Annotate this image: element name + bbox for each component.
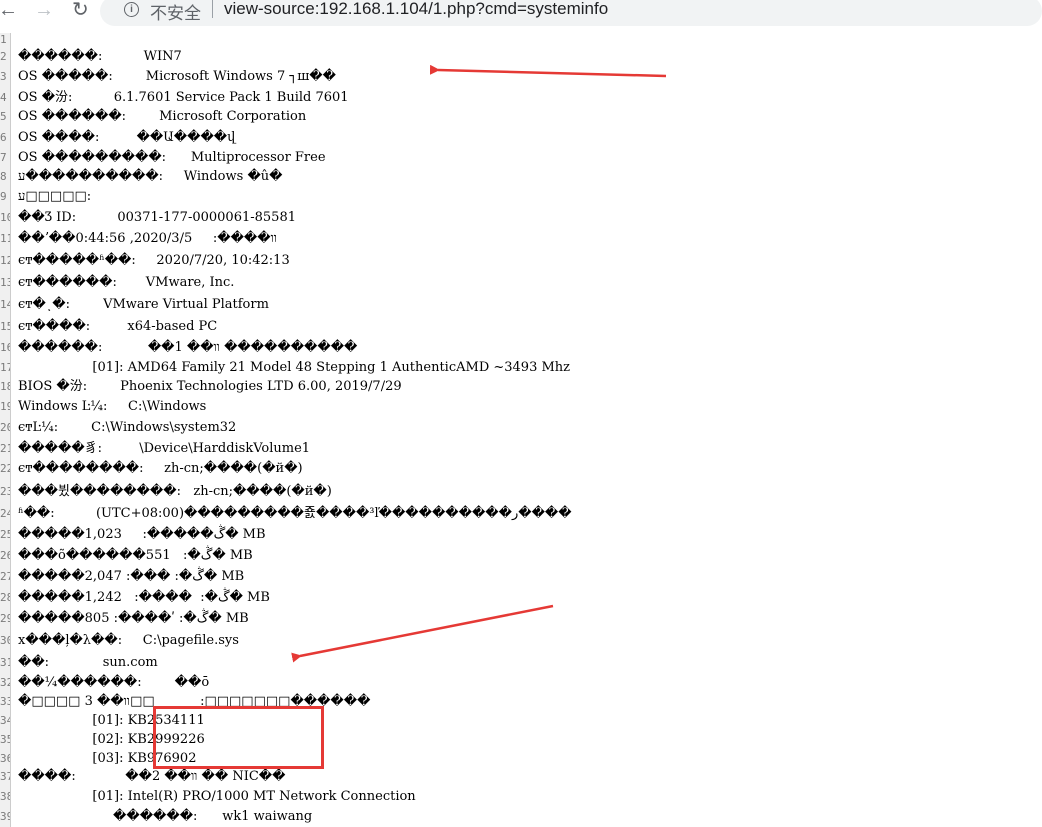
line-text: �����1,242 :���� :�ڴ� MB	[18, 590, 270, 605]
line-text: ��ʼ��0:44:56 ,2020/3/5 :����װ	[18, 231, 277, 246]
line-number: 31	[0, 656, 10, 669]
line-text: OS ����: ��Ա����վ	[18, 130, 236, 145]
line-text: OS ���������: Multiprocessor Free	[18, 150, 326, 165]
line-text: OS �����: Microsoft Windows 7 ┐ш��	[18, 69, 336, 84]
line-number: 5	[0, 110, 7, 123]
line-number: 34	[0, 714, 10, 727]
line-text: ���õ������551 :�ڴ� MB	[18, 548, 253, 563]
address-separator	[212, 0, 213, 18]
line-text: [01]: AMD64 Family 21 Model 48 Stepping …	[18, 360, 571, 375]
line-number: 26	[0, 549, 10, 562]
line-text: �����2,047 :��� :�ڴ� MB	[18, 569, 245, 584]
line-text: ע����������: Windows �û�	[18, 169, 283, 184]
forward-arrow-icon[interactable]: →	[34, 0, 54, 22]
line-number: 22	[0, 462, 10, 475]
line-number: 12	[0, 254, 10, 267]
line-number: 33	[0, 695, 10, 708]
line-number: 14	[0, 298, 10, 311]
line-text: [01]: Intel(R) PRO/1000 MT Network Conne…	[18, 789, 416, 804]
line-text: OS ������: Microsoft Corporation	[18, 109, 307, 124]
info-icon[interactable]: i	[124, 2, 139, 17]
line-text: ʱ��: (UTC+08:00)���������죬����³ľ��������…	[18, 506, 572, 521]
line-number: 9	[0, 190, 7, 203]
line-number: 28	[0, 591, 10, 604]
line-number: 7	[0, 151, 7, 164]
line-number: 23	[0, 485, 10, 498]
line-number: 4	[0, 91, 7, 104]
line-number: 19	[0, 400, 10, 413]
line-text: ��¼������: ��ō	[18, 675, 210, 690]
line-number: 25	[0, 528, 10, 541]
line-number: 20	[0, 421, 10, 434]
line-number: 13	[0, 276, 10, 289]
line-number: 37	[0, 770, 10, 783]
line-text: ��: sun.com	[18, 655, 158, 670]
line-number: 29	[0, 612, 10, 625]
line-number: 10	[0, 211, 10, 224]
line-text: ϵͳ������: VMware, Inc.	[18, 275, 235, 290]
line-text: ϵͳ��������: zh-cn;����(�й�)	[18, 461, 303, 476]
back-arrow-icon[interactable]: ←	[0, 0, 18, 22]
line-number: 21	[0, 442, 10, 455]
line-number: 32	[0, 676, 10, 689]
line-number: 24	[0, 507, 10, 520]
line-text: ϵͳ����: x64-based PC	[18, 319, 218, 334]
url-text[interactable]: view-source:192.168.1.104/1.php?cmd=syst…	[224, 0, 608, 19]
line-number: 11	[0, 232, 10, 245]
line-number: 15	[0, 320, 10, 333]
line-number: 2	[0, 50, 7, 63]
line-text: ϵͳĿ¼: C:\Windows\system32	[18, 420, 237, 435]
line-text: OS �汾: 6.1.7601 Service Pack 1 Build 760…	[18, 90, 349, 105]
line-number: 27	[0, 570, 10, 583]
line-text: ������: wk1 waiwang	[18, 809, 313, 824]
line-text: BIOS �汾: Phoenix Technologies LTD 6.00, …	[18, 379, 402, 394]
line-number: 16	[0, 341, 10, 354]
line-number: 30	[0, 634, 10, 647]
security-label[interactable]: 不安全	[150, 0, 201, 24]
line-text: ע□□□□□:	[18, 189, 92, 204]
line-number: 3	[0, 70, 7, 83]
line-text: �����805 :����ʹ :�ڴ� MB	[18, 611, 249, 626]
line-text: ��Ʒ ID: 00371-177-0000061-85581	[18, 210, 296, 225]
line-number: 36	[0, 752, 10, 765]
line-number: 6	[0, 131, 7, 144]
line-number: 39	[0, 810, 10, 823]
line-text: Windows Ŀ¼: C:\Windows	[18, 399, 207, 414]
line-text: �����1,023 :�����ڴ� MB	[18, 527, 266, 542]
line-text: ������: ��1 ��װ ����������	[18, 340, 358, 355]
line-number: 8	[0, 170, 7, 183]
line-number: 35	[0, 733, 10, 746]
line-text: ϵͳ�����ʱ��: 2020/7/20, 10:42:13	[18, 253, 290, 268]
reload-icon[interactable]: ↻	[72, 0, 89, 22]
line-text: ϵͳ�ͺ�: VMware Virtual Platform	[18, 297, 269, 312]
line-number: 17	[0, 361, 10, 374]
annotation-highlight-hotfixes	[153, 706, 324, 769]
line-text: ���뷨��������: zh-cn;����(�й�)	[18, 484, 332, 499]
browser-toolbar: ← → ↻ i 不安全 view-source:192.168.1.104/1.…	[0, 0, 1042, 28]
line-number: 38	[0, 790, 10, 803]
line-number: 18	[0, 380, 10, 393]
line-text: ����: ��2 ��װ �� NIC��	[18, 769, 286, 784]
line-text: �����豸: \Device\HarddiskVolume1	[18, 441, 311, 456]
line-text: ������: WIN7	[18, 49, 182, 64]
line-text: x���ļ�λ��: C:\pagefile.sys	[18, 633, 239, 648]
